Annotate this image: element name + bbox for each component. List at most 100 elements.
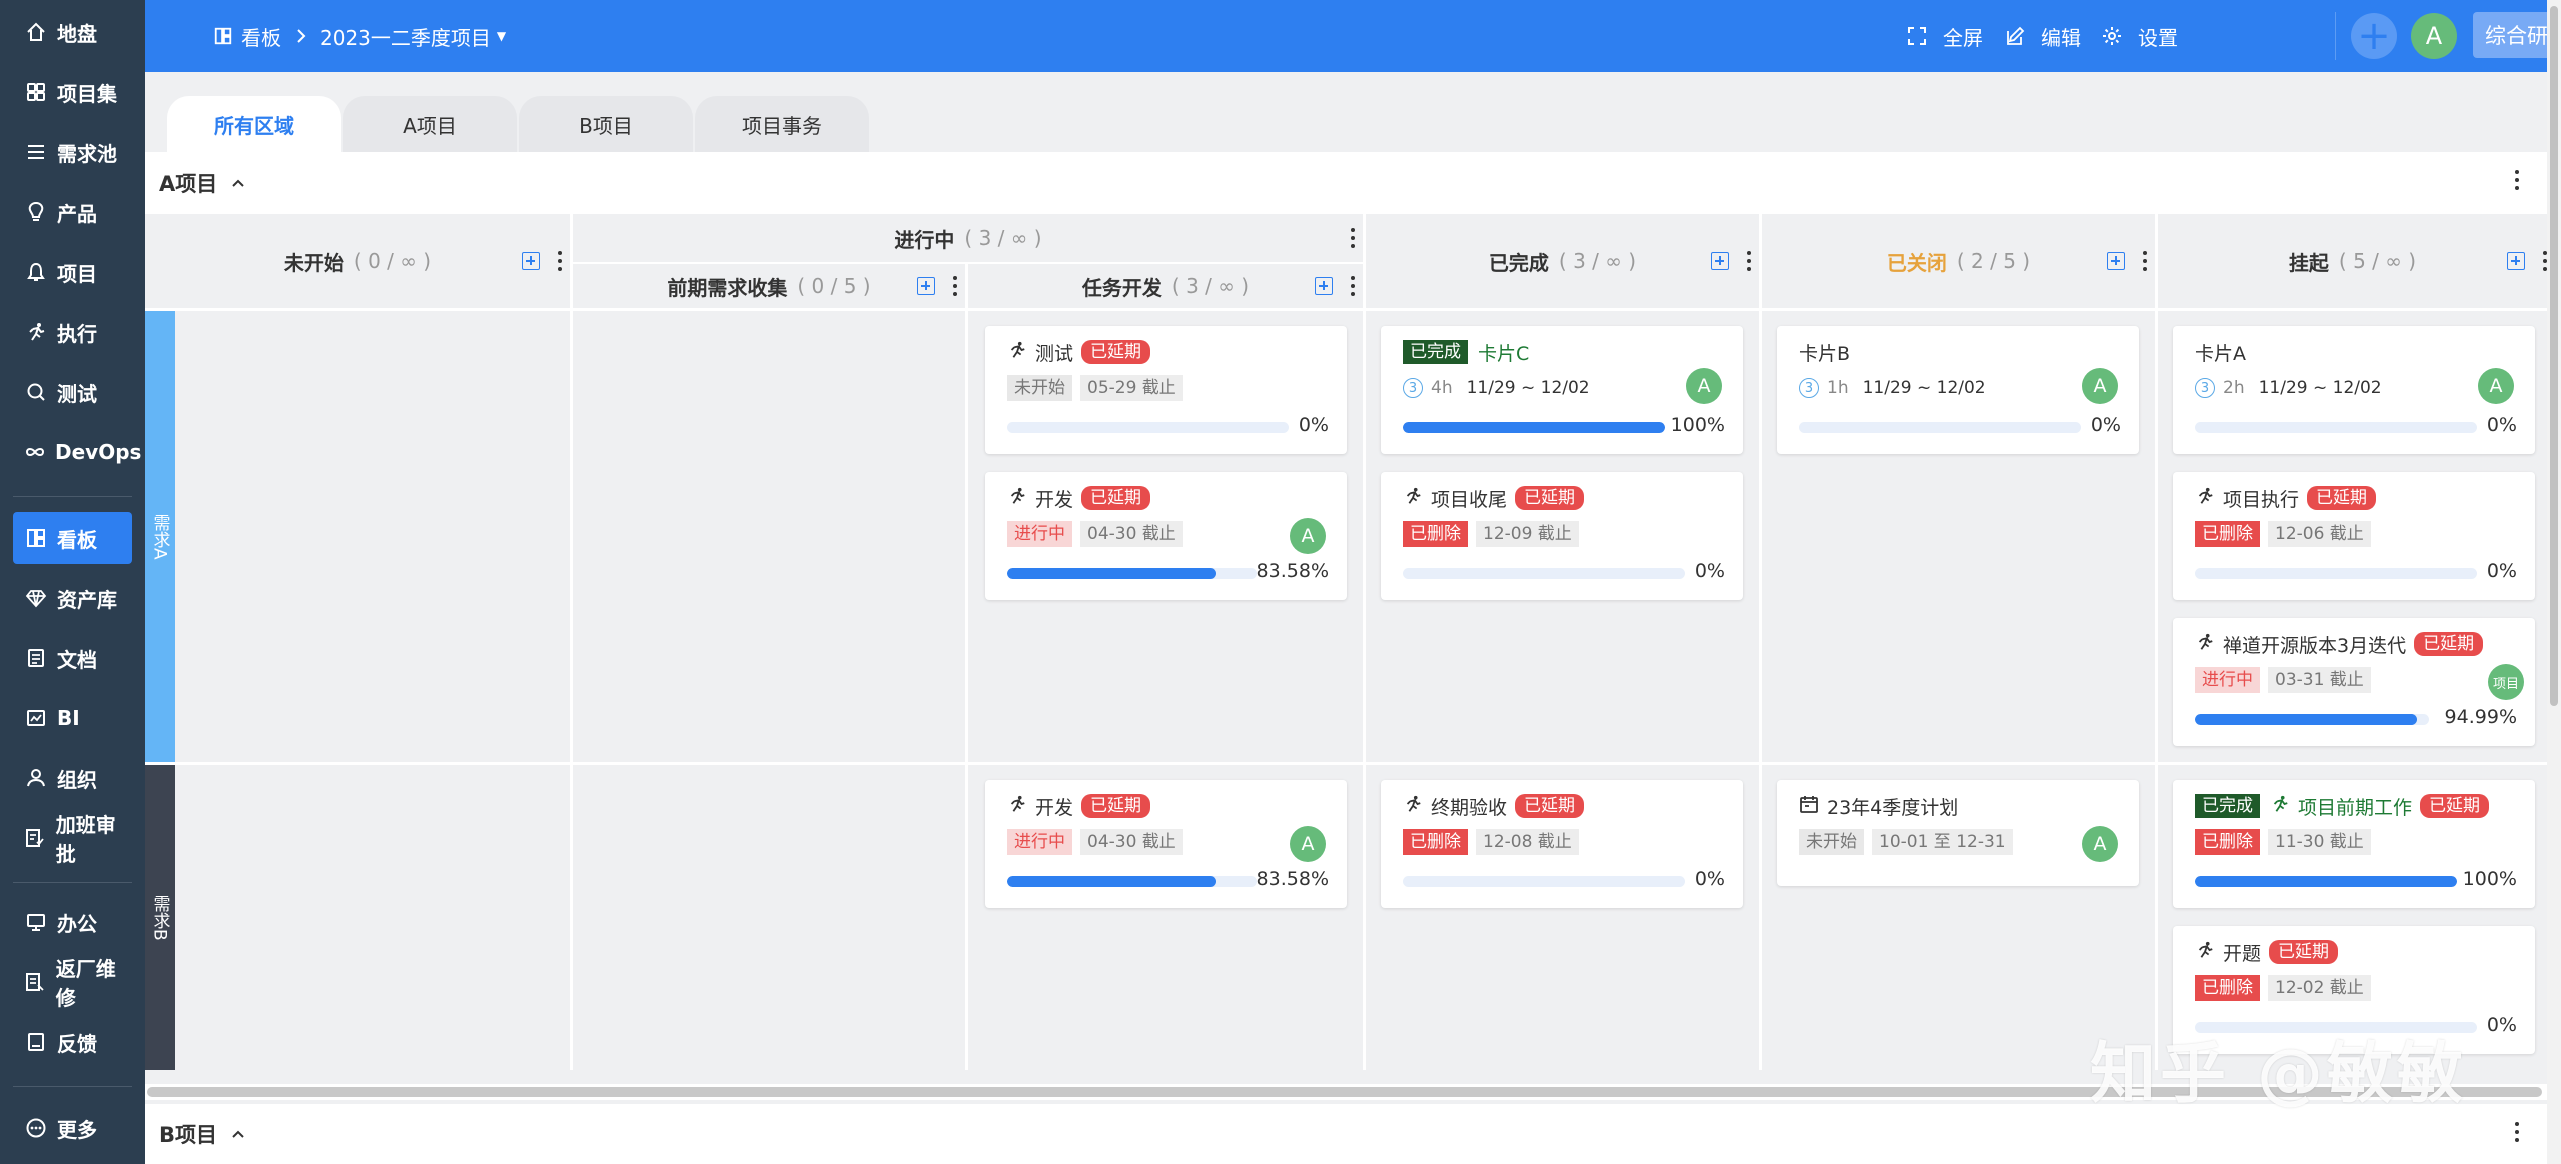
home-icon: [23, 19, 49, 45]
repair-icon: [23, 969, 48, 995]
nav-item-test[interactable]: 测试: [13, 366, 132, 418]
kanban-card[interactable]: 已完成 卡片C 3 4h 11/29 ~ 12/02 A 100%: [1381, 326, 1743, 454]
avatar[interactable]: A: [1686, 368, 1722, 404]
nav-item-dashboard[interactable]: 地盘: [13, 6, 132, 58]
lane-divider: [145, 762, 2547, 765]
nav-item-project[interactable]: 项目: [13, 246, 132, 298]
more-options-icon[interactable]: [2515, 1122, 2519, 1147]
status-badge: 已删除: [2195, 829, 2260, 855]
nav-item-requirement-pool[interactable]: 需求池: [13, 126, 132, 178]
more-options-icon[interactable]: [558, 251, 562, 271]
caret-down-icon: ▼: [496, 29, 507, 43]
kanban-card[interactable]: 项目收尾 已延期 已删除 12-09 截止 0%: [1381, 472, 1743, 600]
add-card-icon[interactable]: [2107, 252, 2125, 270]
more-options-icon[interactable]: [953, 276, 957, 296]
more-options-icon[interactable]: [1351, 228, 1355, 248]
user-avatar[interactable]: A: [2411, 13, 2457, 59]
fullscreen-button[interactable]: 全屏: [1907, 0, 1983, 72]
add-card-icon[interactable]: [2507, 252, 2525, 270]
nav-item-factory-repair[interactable]: 返厂维修: [13, 956, 132, 1010]
kanban-card[interactable]: 测试 已延期 未开始 05-29 截止 0%: [985, 326, 1347, 454]
add-card-icon[interactable]: [1315, 277, 1333, 295]
status-badge: 已删除: [1403, 829, 1468, 855]
nav-item-feedback[interactable]: 反馈: [13, 1016, 132, 1068]
column-divider: [965, 262, 968, 1070]
kanban-card[interactable]: 开发 已延期 进行中 04-30 截止 A 83.58%: [985, 472, 1347, 600]
avatar[interactable]: A: [2082, 368, 2118, 404]
scrollbar-thumb[interactable]: [2550, 6, 2558, 706]
column-header-closed: 已关闭( 2 / 5 ): [1762, 214, 2155, 308]
more-options-icon[interactable]: [1351, 276, 1355, 296]
breadcrumb-kanban[interactable]: 看板: [213, 0, 281, 72]
runner-icon: [2270, 794, 2290, 819]
group-header-a[interactable]: A项目: [145, 152, 2547, 214]
tab-project-affairs[interactable]: 项目事务: [695, 96, 869, 152]
avatar[interactable]: A: [2082, 826, 2118, 862]
nav-item-asset-library[interactable]: 资产库: [13, 572, 132, 624]
nav-item-more[interactable]: 更多: [13, 1102, 132, 1154]
column-divider: [1759, 214, 1762, 1070]
estimate-icon: 3: [1403, 378, 1423, 398]
more-options-icon[interactable]: [2515, 170, 2519, 195]
avatar[interactable]: 项目: [2488, 664, 2524, 700]
edit-button[interactable]: 编辑: [2005, 0, 2081, 72]
nav-item-kanban[interactable]: 看板: [13, 512, 132, 564]
column-header-task-development: 任务开发( 3 / ∞ ): [968, 264, 1363, 308]
overdue-tag: 已延期: [2307, 486, 2377, 510]
estimate-icon: 3: [1799, 378, 1819, 398]
tab-all-regions[interactable]: 所有区域: [167, 96, 341, 152]
add-card-icon[interactable]: [522, 252, 540, 270]
runner-icon: [1403, 794, 1423, 819]
overdue-tag: 已延期: [2414, 632, 2484, 656]
overdue-tag: 已延期: [1515, 486, 1585, 510]
runner-icon: [1403, 486, 1423, 511]
runner-icon: [23, 319, 49, 345]
grid-icon: [23, 79, 49, 105]
nav-item-overtime-approval[interactable]: 加班审批: [13, 812, 132, 866]
avatar[interactable]: A: [1290, 518, 1326, 554]
nav-item-devops[interactable]: DevOps: [13, 426, 141, 478]
nav-item-product[interactable]: 产品: [13, 186, 132, 238]
kanban-card[interactable]: 禅道开源版本3月迭代 已延期 进行中 03-31 截止 项目 94.99%: [2173, 618, 2535, 746]
nav-item-bi[interactable]: BI: [13, 692, 132, 744]
add-card-icon[interactable]: [917, 277, 935, 295]
chevron-up-icon[interactable]: [231, 178, 245, 188]
add-card-icon[interactable]: [1711, 252, 1729, 270]
avatar[interactable]: A: [2478, 368, 2514, 404]
avatar[interactable]: A: [1290, 826, 1326, 862]
kanban-card[interactable]: 卡片B 3 1h 11/29 ~ 12/02 A 0%: [1777, 326, 2139, 454]
edit-icon: [2005, 26, 2033, 46]
nav-item-office[interactable]: 办公: [13, 896, 132, 948]
tab-project-a[interactable]: A项目: [343, 96, 517, 152]
vertical-scrollbar[interactable]: [2547, 0, 2561, 1164]
status-badge: 已删除: [1403, 521, 1468, 547]
kanban-card[interactable]: 23年4季度计划 未开始 10-01 至 12-31 A: [1777, 780, 2139, 886]
due-date: 11-30 截止: [2268, 829, 2371, 855]
kanban-card[interactable]: 开发 已延期 进行中 04-30 截止 A 83.58%: [985, 780, 1347, 908]
nav-item-program[interactable]: 项目集: [13, 66, 132, 118]
bulb-icon: [23, 199, 49, 225]
calendar-icon: [1799, 794, 1819, 819]
nav-item-organization[interactable]: 组织: [13, 752, 132, 804]
more-options-icon[interactable]: [2543, 251, 2547, 271]
nav-item-docs[interactable]: 文档: [13, 632, 132, 684]
settings-button[interactable]: 设置: [2102, 0, 2178, 72]
kanban-card[interactable]: 终期验收 已延期 已删除 12-08 截止 0%: [1381, 780, 1743, 908]
kanban-card[interactable]: 已完成 项目前期工作 已延期 已删除 11-30 截止 100%: [2173, 780, 2535, 908]
kanban-card[interactable]: 项目执行 已延期 已删除 12-06 截止 0%: [2173, 472, 2535, 600]
tab-project-b[interactable]: B项目: [519, 96, 693, 152]
status-badge: 进行中: [1007, 521, 1072, 547]
diamond-icon: [23, 585, 49, 611]
more-options-icon[interactable]: [2143, 251, 2147, 271]
due-date: 05-29 截止: [1080, 375, 1183, 401]
chevron-up-icon[interactable]: [231, 1129, 245, 1139]
due-date: 04-30 截止: [1080, 521, 1183, 547]
runner-icon: [2195, 632, 2215, 657]
watermark: 知乎 @敏敏: [2090, 1035, 2467, 1112]
progress-bar: [1403, 568, 1685, 579]
add-button[interactable]: +: [2351, 13, 2397, 59]
nav-item-execution[interactable]: 执行: [13, 306, 132, 358]
project-switcher[interactable]: 2023一二季度项目 ▼: [320, 0, 506, 72]
kanban-card[interactable]: 卡片A 3 2h 11/29 ~ 12/02 A 0%: [2173, 326, 2535, 454]
more-options-icon[interactable]: [1747, 251, 1751, 271]
